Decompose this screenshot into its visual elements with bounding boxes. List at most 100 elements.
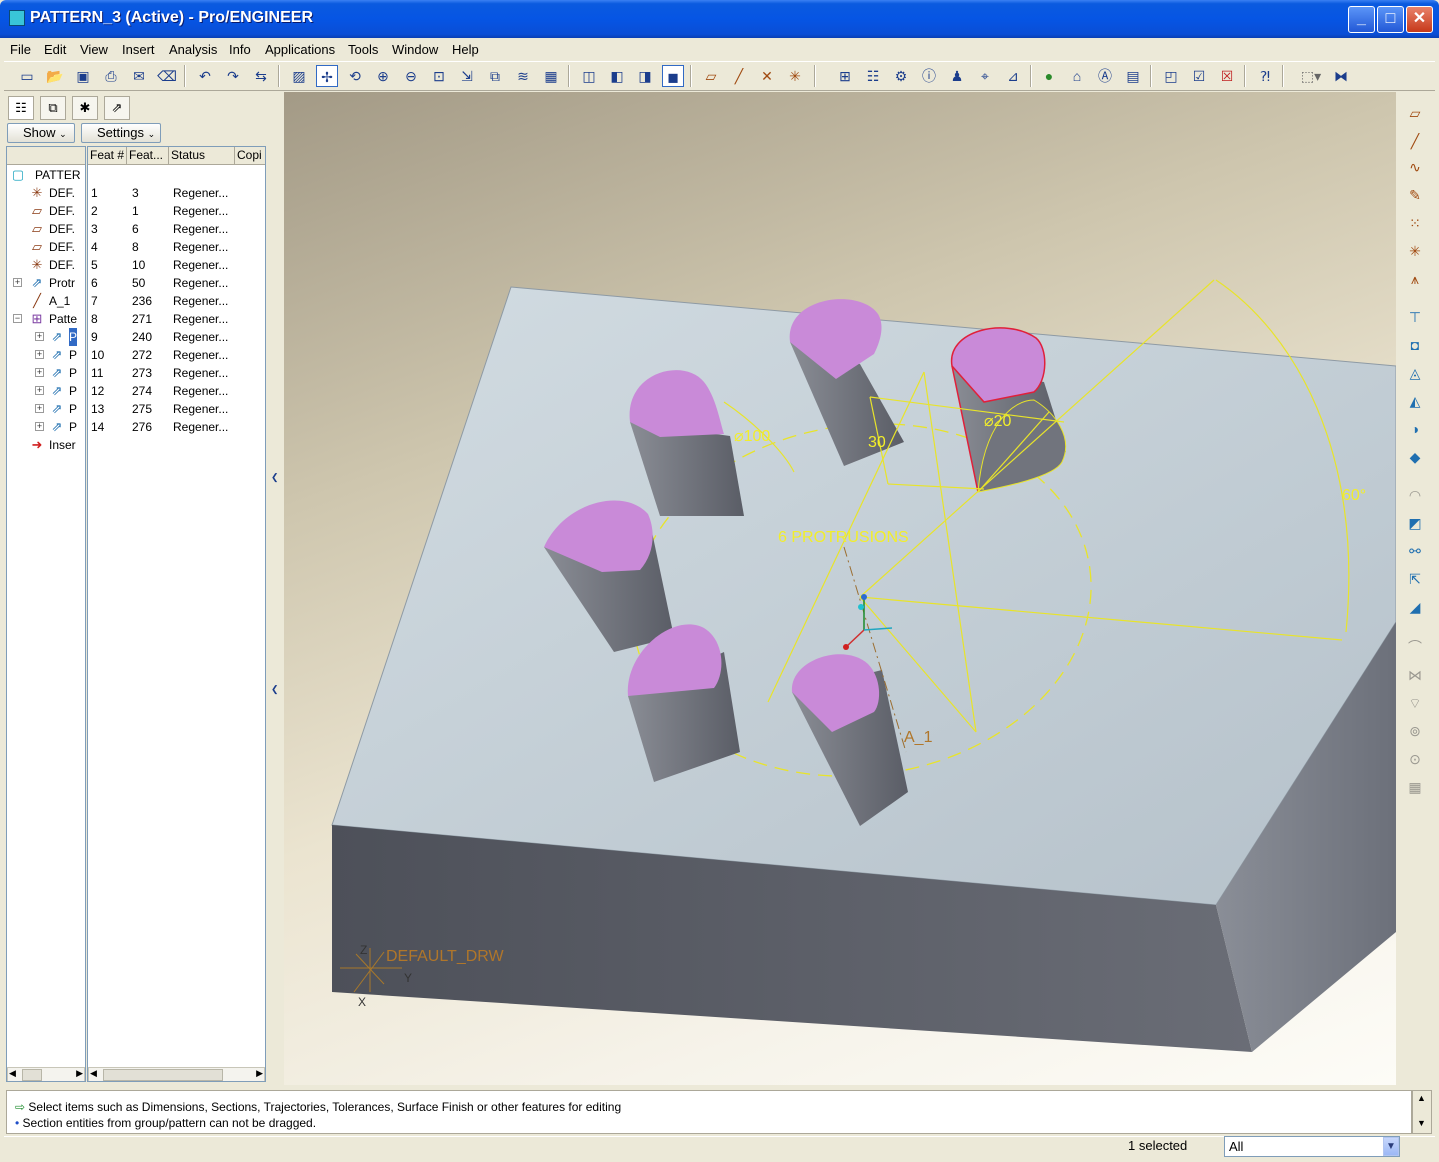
pattern-icon[interactable]: ⊚ xyxy=(1403,720,1427,742)
rib-icon[interactable]: ◩ xyxy=(1403,512,1427,534)
table-row[interactable]: 11 273 Regener... xyxy=(88,364,265,382)
scroll-left-icon[interactable]: ◀ xyxy=(9,1068,16,1079)
panel-splitter[interactable]: ❮ ❮ xyxy=(270,92,284,1088)
table-row[interactable]: 4 8 Regener... xyxy=(88,238,265,256)
saved-views-icon[interactable]: ⧉ xyxy=(484,65,506,87)
menu-applications[interactable]: Applications xyxy=(265,42,335,57)
extrude-icon[interactable]: ⊤ xyxy=(1403,306,1427,328)
setup-icon[interactable]: ⚙ xyxy=(890,65,912,87)
no-hidden-icon[interactable]: ◨ xyxy=(634,65,656,87)
info-icon[interactable]: ⓘ xyxy=(918,65,940,87)
show-menu-button[interactable]: Show ⌄ xyxy=(7,123,75,143)
datum-planes-icon[interactable]: ▱ xyxy=(700,65,722,87)
table-row[interactable]: 2 1 Regener... xyxy=(88,202,265,220)
blend-icon[interactable]: ◭ xyxy=(1403,390,1427,412)
spin-center-icon[interactable]: ✢ xyxy=(316,65,338,87)
activate-icon[interactable]: ◰ xyxy=(1160,65,1182,87)
redo-icon[interactable]: ↷ xyxy=(222,65,244,87)
menu-tools[interactable]: Tools xyxy=(348,42,378,57)
expand-icon[interactable]: + xyxy=(35,422,44,431)
refit-icon[interactable]: ⊡ xyxy=(428,65,450,87)
expand-icon[interactable]: + xyxy=(35,386,44,395)
save-icon[interactable]: ▣ xyxy=(72,65,94,87)
binoculars-icon[interactable]: ⧓ xyxy=(1330,65,1352,87)
datum-plane-icon[interactable]: ▱ xyxy=(1403,102,1427,124)
collapse-left-icon[interactable]: ❮ xyxy=(271,472,279,483)
message-scrollbar[interactable]: ▲ ▼ xyxy=(1412,1090,1432,1134)
repaint-icon[interactable]: ▨ xyxy=(288,65,310,87)
table-row[interactable]: 9 240 Regener... xyxy=(88,328,265,346)
table-row[interactable]: 1 3 Regener... xyxy=(88,184,265,202)
scroll-thumb[interactable] xyxy=(22,1069,42,1081)
scroll-right-icon[interactable]: ▶ xyxy=(76,1068,83,1079)
relations-icon[interactable]: ♟ xyxy=(946,65,968,87)
datum-points-icon[interactable]: ✕ xyxy=(756,65,778,87)
scroll-right-icon[interactable]: ▶ xyxy=(256,1068,263,1079)
wireframe-icon[interactable]: ◫ xyxy=(578,65,600,87)
group-icon[interactable]: ▦ xyxy=(1403,776,1427,798)
new-icon[interactable]: ▭ xyxy=(16,65,38,87)
close-icon[interactable]: ☒ xyxy=(1216,65,1238,87)
whats-this-icon[interactable]: ⁈ xyxy=(1254,65,1276,87)
filter-icon[interactable]: ⬚▾ xyxy=(1294,65,1328,87)
table-row[interactable]: 12 274 Regener... xyxy=(88,382,265,400)
tree-row[interactable]: + ⇗ P xyxy=(7,418,85,436)
send-icon[interactable]: ✉ xyxy=(128,65,150,87)
tree-row[interactable]: + ⇗ Protr xyxy=(7,274,85,292)
menu-help[interactable]: Help xyxy=(452,42,479,57)
sweep-icon[interactable]: ◬ xyxy=(1403,362,1427,384)
menu-file[interactable]: File xyxy=(10,42,31,57)
orient-icon[interactable]: ⟲ xyxy=(344,65,366,87)
tree-scrollbar[interactable]: ◀ ▶ xyxy=(7,1067,85,1081)
chamfer-icon[interactable]: ◢ xyxy=(1403,596,1427,618)
model-view[interactable]: ⌀100 30 ⌀20 60° 6 PROTRUSIONS A_1 DEFAUL… xyxy=(284,92,1396,1085)
scroll-thumb[interactable] xyxy=(103,1069,223,1081)
hole-icon[interactable]: ◆ xyxy=(1403,446,1427,468)
field-point-icon[interactable]: ⩚ xyxy=(1403,268,1427,290)
annotation-icon[interactable]: ⊞ xyxy=(834,65,856,87)
datum-point-icon[interactable]: ⁙ xyxy=(1403,212,1427,234)
regenerate-icon[interactable]: ⇆ xyxy=(250,65,272,87)
tree-row[interactable]: ▱ DEF. xyxy=(7,202,85,220)
tree-row[interactable]: ▱ DEF. xyxy=(7,238,85,256)
table-row[interactable]: 10 272 Regener... xyxy=(88,346,265,364)
chevron-down-icon[interactable]: ▼ xyxy=(1383,1137,1399,1156)
datum-curve-icon[interactable]: ∿ xyxy=(1403,156,1427,178)
datum-axis-icon[interactable]: ╱ xyxy=(1403,130,1427,152)
view-manager-icon[interactable]: ▦ xyxy=(540,65,562,87)
selection-filter[interactable]: All xyxy=(1224,1136,1400,1157)
coord-sys-icon[interactable]: ✳ xyxy=(784,65,806,87)
undo-icon[interactable]: ↶ xyxy=(194,65,216,87)
tree-row[interactable]: + ⇗ P xyxy=(7,328,85,346)
shell-icon[interactable]: ◠ xyxy=(1403,484,1427,506)
parameters-icon[interactable]: ⌖ xyxy=(974,65,996,87)
dimension-30[interactable]: 30 xyxy=(868,434,886,451)
revolve-icon[interactable]: ◘ xyxy=(1403,334,1427,356)
csys-label[interactable]: DEFAULT_DRW xyxy=(386,948,505,965)
open-icon[interactable]: 📂 xyxy=(44,65,66,87)
menu-window[interactable]: Window xyxy=(392,42,438,57)
favorites-tab[interactable]: ✱ xyxy=(72,96,98,120)
axis-label-a1[interactable]: A_1 xyxy=(904,729,933,746)
model-tree-tab[interactable]: ☷ xyxy=(8,96,34,120)
model-tree-icon[interactable]: ☷ xyxy=(862,65,884,87)
print-icon[interactable]: ⎙ xyxy=(100,65,122,87)
dimension-angle-60[interactable]: 60° xyxy=(1342,487,1366,504)
dimension-diameter-100[interactable]: ⌀100 xyxy=(734,428,770,445)
tree-row[interactable]: + ⇗ P xyxy=(7,400,85,418)
table-row[interactable]: 13 275 Regener... xyxy=(88,400,265,418)
layers-icon[interactable]: ≋ xyxy=(512,65,534,87)
sketch-icon[interactable]: ✎ xyxy=(1403,184,1427,206)
globe-icon[interactable]: ● xyxy=(1038,65,1060,87)
hidden-line-icon[interactable]: ◧ xyxy=(606,65,628,87)
close-button[interactable]: ✕ xyxy=(1406,6,1433,33)
expand-icon[interactable]: + xyxy=(35,332,44,341)
scroll-down-icon[interactable]: ▼ xyxy=(1417,1118,1426,1128)
window-icon[interactable]: ▤ xyxy=(1122,65,1144,87)
tree-row[interactable]: ▱ DEF. xyxy=(7,220,85,238)
draft-icon[interactable]: ⚯ xyxy=(1403,540,1427,562)
tree-row[interactable]: + ⇗ P xyxy=(7,382,85,400)
table-row[interactable]: 6 50 Regener... xyxy=(88,274,265,292)
offset-point-icon[interactable]: ✳ xyxy=(1403,240,1427,262)
table-row[interactable]: 3 6 Regener... xyxy=(88,220,265,238)
